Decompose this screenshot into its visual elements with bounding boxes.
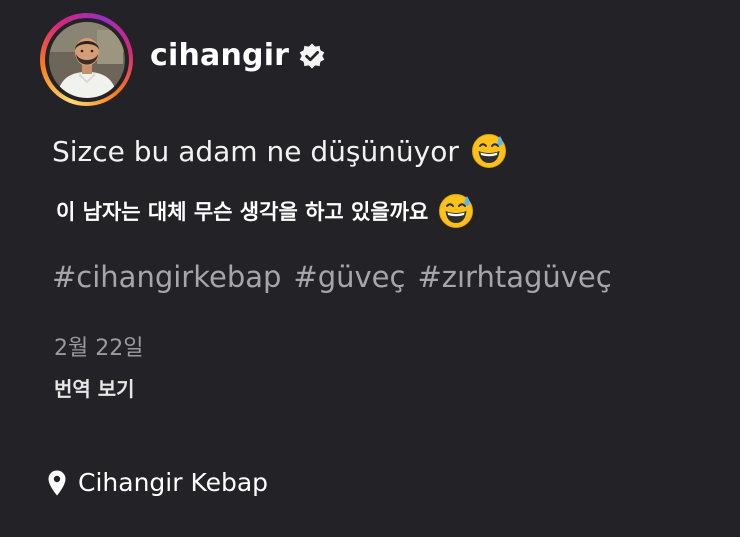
avatar-gap <box>44 17 129 102</box>
hashtag-guvec[interactable]: #güveç <box>293 260 405 294</box>
grinning-face-with-sweat-emoji <box>471 134 506 168</box>
location-link[interactable]: Cihangir Kebap <box>48 468 268 497</box>
profile-avatar-ring[interactable] <box>40 13 133 106</box>
caption-text: Sizce bu adam ne düşünüyor <box>52 134 459 168</box>
hashtag-zirhtaguvec[interactable]: #zırhtagüveç <box>417 260 611 294</box>
translation-text: 이 남자는 대체 무슨 생각을 하고 있을까요 <box>56 200 429 224</box>
avatar[interactable] <box>48 21 125 98</box>
hashtag-cihangirkebap[interactable]: #cihangirkebap <box>52 260 281 294</box>
location-name[interactable]: Cihangir Kebap <box>78 468 268 497</box>
see-translation-button[interactable]: 번역 보기 <box>54 373 135 402</box>
post-caption: Sizce bu adam ne düşünüyor <box>52 133 507 169</box>
username[interactable]: cihangir <box>150 38 289 73</box>
post-date: 2월 22일 <box>54 336 144 361</box>
hashtags: #cihangirkebap #güveç #zırhtagüveç <box>52 260 612 294</box>
username-row: cihangir <box>150 38 326 73</box>
verified-badge-icon <box>299 43 325 68</box>
location-pin-icon <box>48 470 66 495</box>
grinning-face-with-sweat-emoji <box>439 194 474 228</box>
caption-translation: 이 남자는 대체 무슨 생각을 하고 있을까요 <box>56 193 474 229</box>
